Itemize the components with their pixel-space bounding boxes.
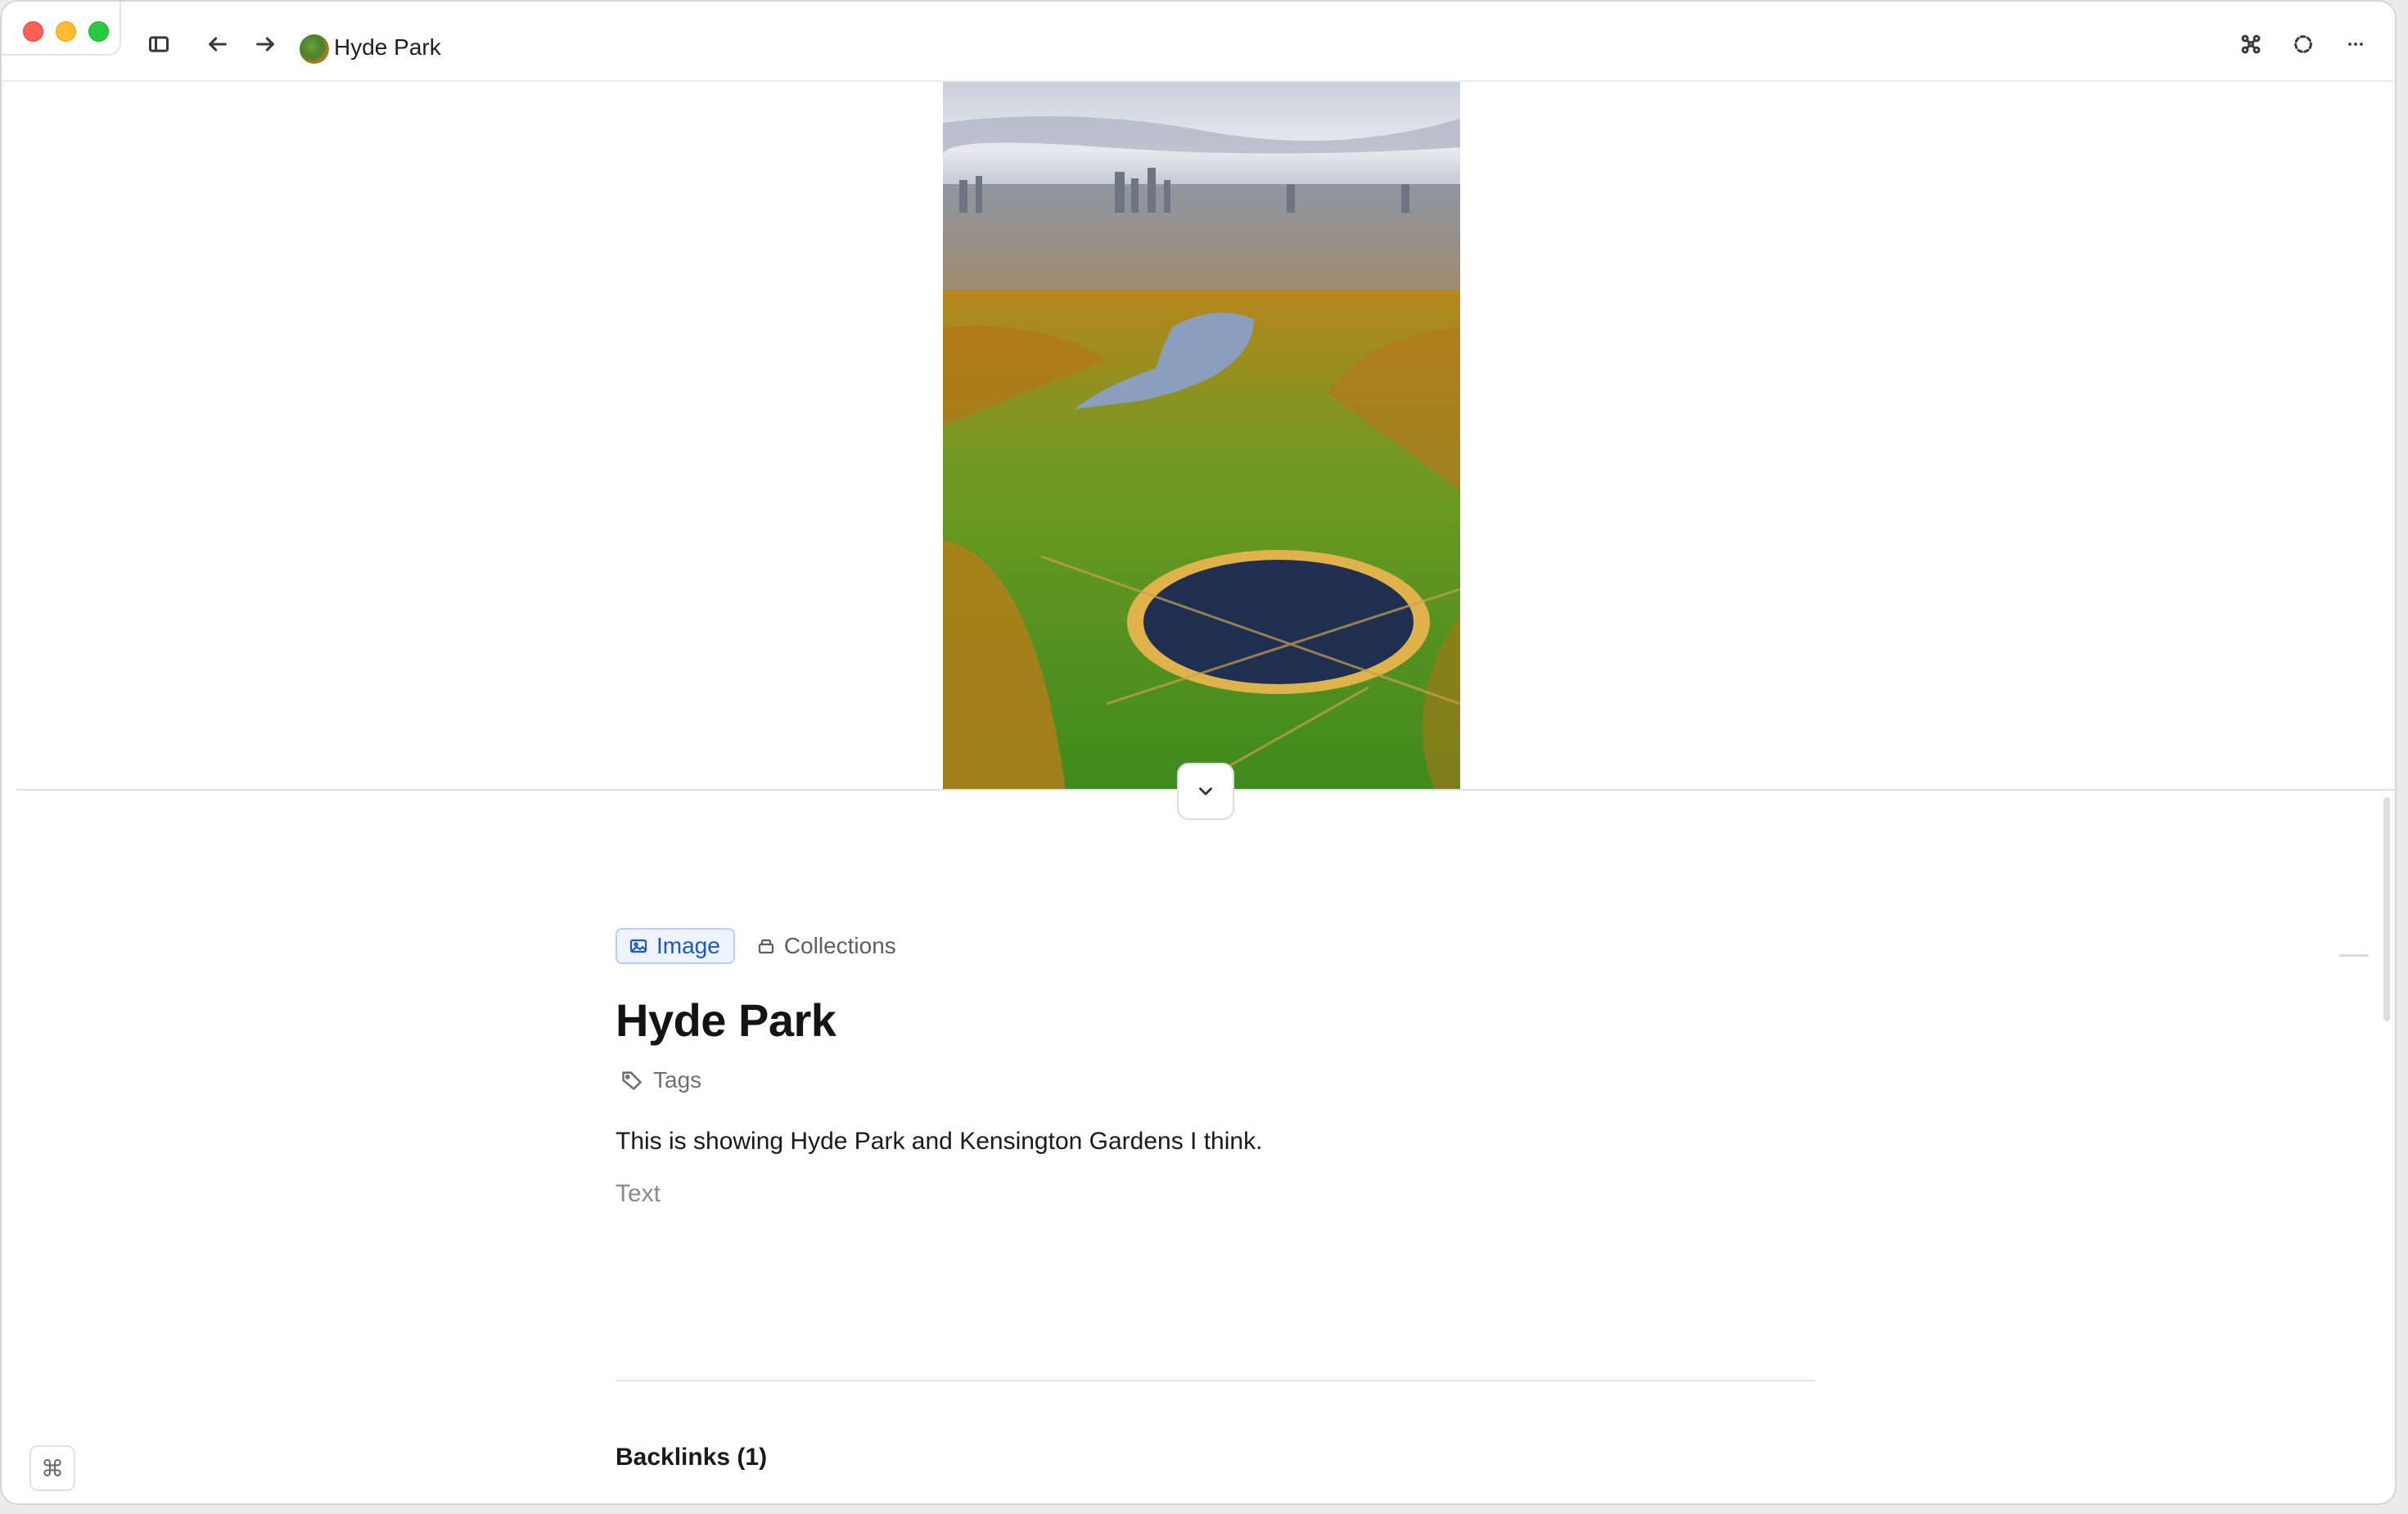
title-bar: Hyde Park <box>2 2 2395 82</box>
collections-button[interactable]: Collections <box>756 933 896 959</box>
maximize-window-button[interactable] <box>88 21 109 42</box>
breadcrumb-title[interactable]: Hyde Park <box>334 33 441 62</box>
hero-image-area <box>16 82 2395 789</box>
graph-icon[interactable] <box>2238 31 2264 57</box>
sidebar-toggle-icon[interactable] <box>146 31 172 57</box>
minimize-window-button[interactable] <box>56 21 76 42</box>
page-title[interactable]: Hyde Park <box>616 992 1815 1049</box>
collapse-hero-button[interactable] <box>1177 763 1234 820</box>
dashed-circle-icon[interactable] <box>2290 31 2316 57</box>
page-thumbnail-avatar[interactable] <box>300 34 329 64</box>
document-content: Image Collections Hyde Park Tags This is… <box>616 928 1815 1211</box>
collections-label: Collections <box>783 933 896 958</box>
scrollbar-thumb[interactable] <box>2383 797 2390 1021</box>
collections-icon <box>758 939 773 954</box>
command-palette-button[interactable]: ⌘ <box>29 1445 75 1491</box>
outline-marker[interactable] <box>2339 954 2369 957</box>
section-divider <box>616 1380 1815 1381</box>
aerial-park-photo[interactable] <box>943 82 1460 789</box>
arrow-right-icon[interactable] <box>252 31 278 57</box>
image-icon <box>629 939 647 953</box>
close-window-button[interactable] <box>23 21 43 42</box>
type-chip-label: Image <box>656 933 720 958</box>
tags-field[interactable]: Tags <box>620 1067 1815 1093</box>
body-paragraph[interactable]: This is showing Hyde Park and Kensington… <box>616 1124 1815 1159</box>
document-type-row: Image Collections <box>616 928 1815 964</box>
backlinks-heading[interactable]: Backlinks (1) <box>616 1444 767 1471</box>
tag-icon <box>622 1071 642 1090</box>
chevron-down-icon <box>1199 787 1212 795</box>
app-window: Hyde Park Image Collections Hyde Park Ta… <box>0 0 2397 1505</box>
text-input-placeholder[interactable]: Text <box>616 1177 1815 1211</box>
tags-label: Tags <box>653 1067 702 1093</box>
ellipsis-icon[interactable] <box>2343 31 2369 57</box>
type-chip-image[interactable]: Image <box>616 928 735 964</box>
arrow-left-icon[interactable] <box>205 31 231 57</box>
